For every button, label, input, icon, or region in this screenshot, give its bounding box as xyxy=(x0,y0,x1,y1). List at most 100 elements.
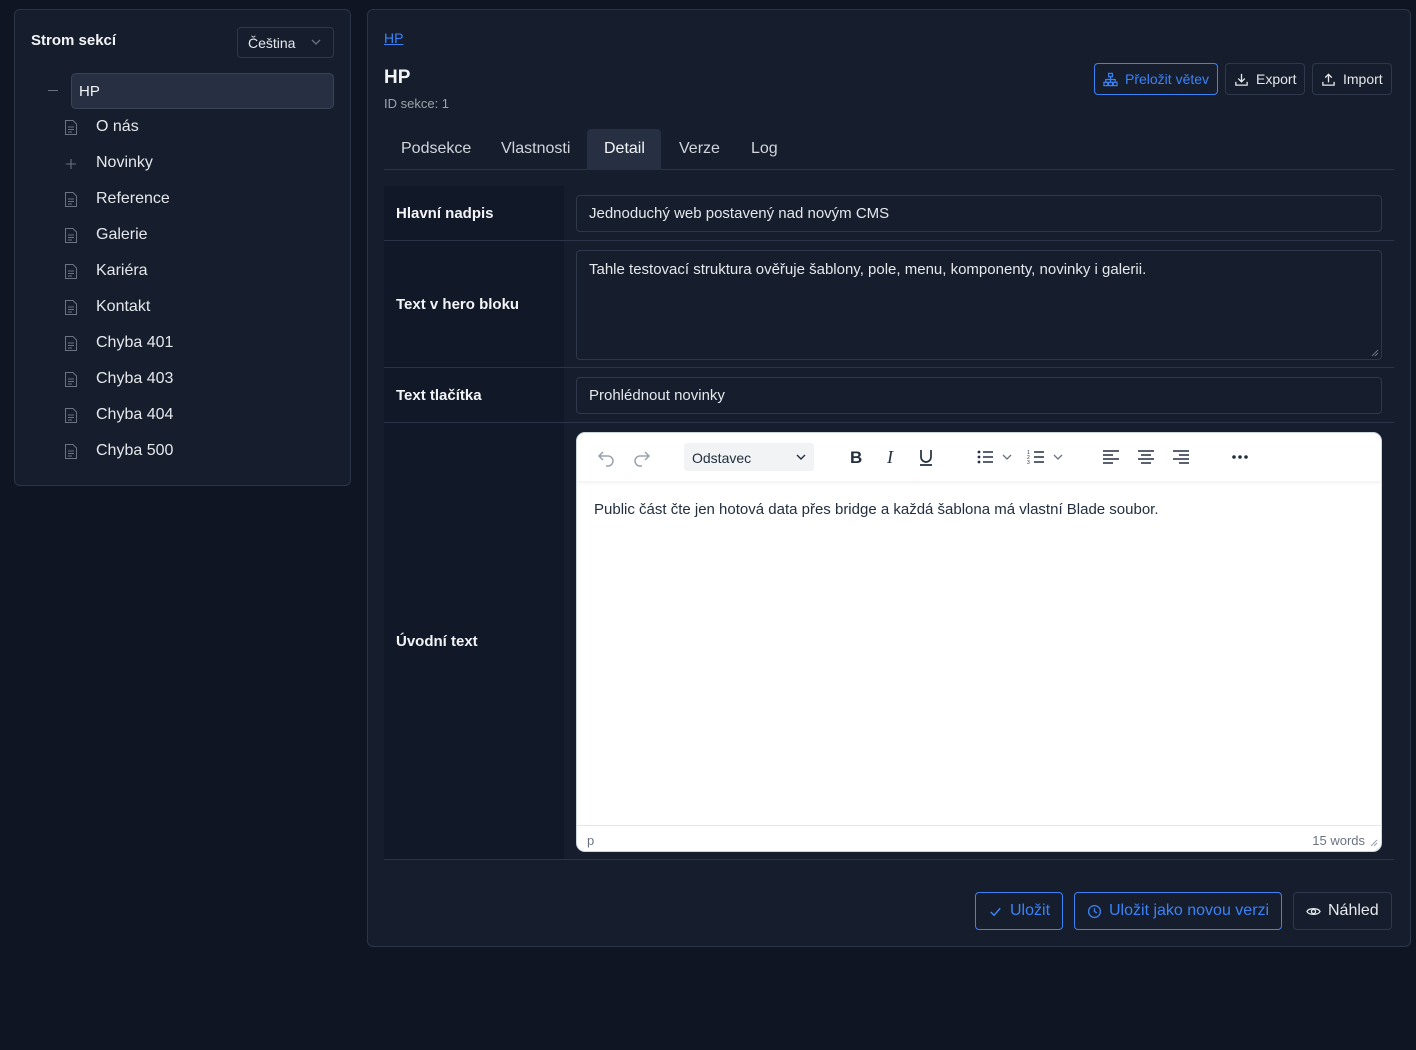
tree-item-label: Novinky xyxy=(96,154,153,171)
save-new-version-button[interactable]: Uložit jako novou verzi xyxy=(1074,892,1283,930)
chevron-down-icon xyxy=(796,454,806,460)
tree-item-label: Reference xyxy=(96,190,170,207)
preview-label: Náhled xyxy=(1328,902,1379,919)
section-tree-panel: Strom sekcí Čeština HP O nás Novinky Refer… xyxy=(14,9,351,486)
check-icon xyxy=(990,907,1001,916)
svg-text:I: I xyxy=(886,447,894,467)
button-text-input[interactable]: Prohlédnout novinky xyxy=(576,377,1382,414)
export-button[interactable]: Export xyxy=(1225,63,1306,95)
save-button[interactable]: Uložit xyxy=(975,892,1064,930)
section-detail-panel: HP HP ID sekce: 1 Přeložit větev Export … xyxy=(367,9,1411,947)
detail-tabs: Podsekce Vlastnosti Detail Verze Log xyxy=(384,128,1394,170)
import-button[interactable]: Import xyxy=(1312,63,1392,95)
align-center-icon[interactable] xyxy=(1135,446,1157,468)
form-row-button: Text tlačítka Prohlédnout novinky xyxy=(384,368,1394,423)
block-format-select[interactable]: Odstavec xyxy=(684,443,814,471)
tree-item[interactable]: Chyba 500 xyxy=(65,434,315,470)
tree-item-label: Chyba 404 xyxy=(96,406,174,423)
tab-verze[interactable]: Verze xyxy=(662,129,737,170)
translate-branch-label: Přeložit větev xyxy=(1125,71,1210,87)
more-icon[interactable] xyxy=(1229,446,1251,468)
tab-detail[interactable]: Detail xyxy=(587,129,661,170)
block-format-value: Odstavec xyxy=(692,450,752,466)
tree-item[interactable]: Galerie xyxy=(65,218,315,254)
chevron-down-icon xyxy=(311,39,321,45)
intro-text-label: Úvodní text xyxy=(384,423,564,859)
tree-item-label: Kariéra xyxy=(96,262,148,279)
form-row-headline: Hlavní nadpis Jednoduchý web postavený n… xyxy=(384,186,1394,241)
language-select-value: Čeština xyxy=(248,35,296,51)
tree-item-label: Kontakt xyxy=(96,298,151,315)
tree-item-label: Chyba 500 xyxy=(96,442,174,459)
form-row-intro: Úvodní text Odstavec B I 123 Public část… xyxy=(384,423,1394,860)
form-row-hero: Text v hero bloku Tahle testovací strukt… xyxy=(384,241,1394,368)
upload-icon xyxy=(1322,72,1335,86)
language-select[interactable]: Čeština xyxy=(237,27,334,58)
tree-item[interactable]: Chyba 404 xyxy=(65,398,315,434)
preview-button[interactable]: Náhled xyxy=(1293,892,1392,930)
bullet-list-icon[interactable] xyxy=(975,446,1015,468)
plus-icon[interactable] xyxy=(65,156,77,171)
hero-label: Text v hero bloku xyxy=(384,241,564,367)
tree-item[interactable]: Chyba 403 xyxy=(65,362,315,398)
tree-item[interactable]: Novinky xyxy=(65,146,315,182)
italic-icon[interactable]: I xyxy=(880,446,902,468)
underline-icon[interactable] xyxy=(915,446,937,468)
tab-log[interactable]: Log xyxy=(734,129,795,170)
save-new-version-label: Uložit jako novou verzi xyxy=(1109,902,1270,919)
download-icon xyxy=(1235,73,1248,86)
clock-icon xyxy=(1087,904,1102,918)
page-icon xyxy=(65,228,77,243)
editor-statusbar: p 15 words xyxy=(577,825,1381,851)
word-count: 15 words xyxy=(1312,833,1365,848)
redo-icon[interactable] xyxy=(631,446,653,468)
tree-item-label: Galerie xyxy=(96,226,148,243)
page-icon xyxy=(65,372,77,387)
tree-item[interactable]: Kariéra xyxy=(65,254,315,290)
tree-item-label: Chyba 403 xyxy=(96,370,174,387)
numbered-list-icon[interactable]: 123 xyxy=(1026,446,1066,468)
page-icon xyxy=(65,408,77,423)
tree-item-label: Chyba 401 xyxy=(96,334,174,351)
tree-item[interactable]: Reference xyxy=(65,182,315,218)
svg-text:B: B xyxy=(850,448,862,467)
resize-handle-icon[interactable] xyxy=(1370,839,1378,847)
page-icon xyxy=(65,444,77,459)
import-label: Import xyxy=(1343,71,1383,87)
breadcrumb-link[interactable]: HP xyxy=(384,30,403,46)
tree-item-root[interactable]: HP xyxy=(71,73,334,109)
svg-text:3: 3 xyxy=(1027,460,1030,466)
undo-icon[interactable] xyxy=(595,446,617,468)
tab-podsekce[interactable]: Podsekce xyxy=(384,129,488,170)
resize-handle-icon[interactable] xyxy=(1371,349,1379,357)
page-icon xyxy=(65,264,77,279)
align-right-icon[interactable] xyxy=(1170,446,1192,468)
eye-icon xyxy=(1306,907,1321,915)
element-path[interactable]: p xyxy=(587,833,594,848)
tree-item[interactable]: O nás xyxy=(65,110,315,146)
bold-icon[interactable]: B xyxy=(845,446,867,468)
page-title: HP xyxy=(384,67,411,88)
align-left-icon[interactable] xyxy=(1100,446,1122,468)
editor-toolbar: Odstavec B I 123 xyxy=(577,433,1381,481)
rich-text-editor[interactable]: Odstavec B I 123 Public část čte jen hot… xyxy=(576,432,1382,852)
page-icon xyxy=(65,192,77,207)
hero-textarea-value: Tahle testovací struktura ověřuje šablon… xyxy=(589,261,1147,278)
tree-item[interactable]: Kontakt xyxy=(65,290,315,326)
export-label: Export xyxy=(1256,71,1297,87)
tree-item[interactable]: Chyba 401 xyxy=(65,326,315,362)
page-icon xyxy=(65,336,77,351)
section-id: ID sekce: 1 xyxy=(384,96,450,111)
editor-content[interactable]: Public část čte jen hotová data přes bri… xyxy=(594,501,1159,518)
tree-item-label: O nás xyxy=(96,118,139,135)
save-label: Uložit xyxy=(1010,902,1051,919)
translate-branch-button[interactable]: Přeložit větev xyxy=(1094,63,1219,95)
headline-input[interactable]: Jednoduchý web postavený nad novým CMS xyxy=(576,195,1382,232)
page-icon xyxy=(65,120,77,135)
collapse-icon[interactable] xyxy=(48,90,58,91)
tab-vlastnosti[interactable]: Vlastnosti xyxy=(484,129,587,170)
hero-textarea[interactable]: Tahle testovací struktura ověřuje šablon… xyxy=(576,250,1382,360)
button-text-label: Text tlačítka xyxy=(384,368,564,422)
sitemap-icon xyxy=(1103,72,1118,86)
page-icon xyxy=(65,300,77,315)
